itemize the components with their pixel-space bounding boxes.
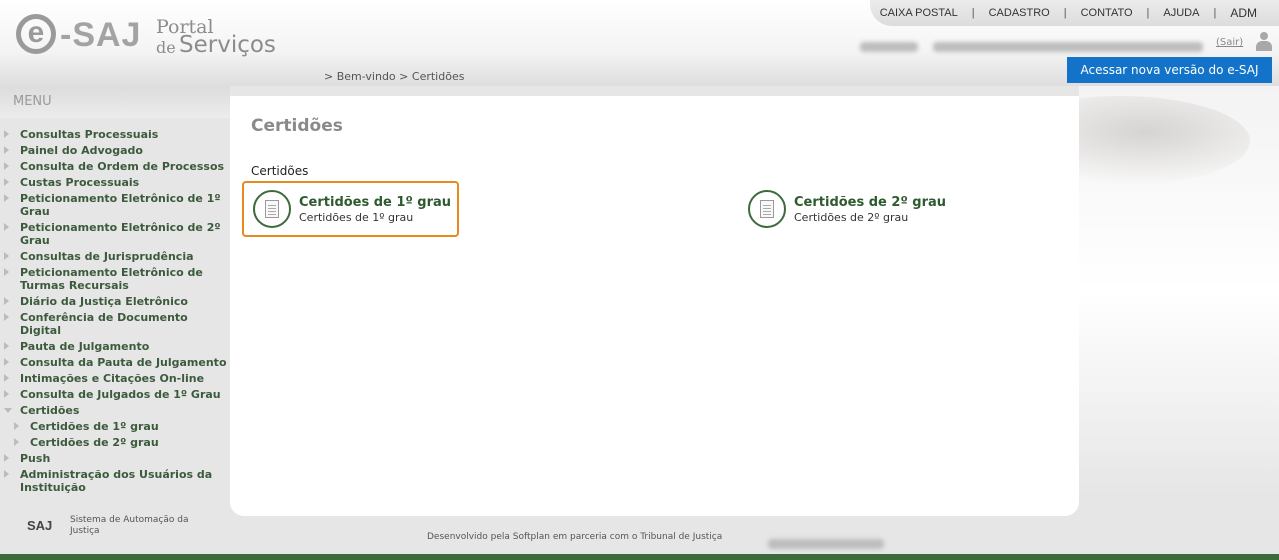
sidebar-item-label: Peticionamento Eletrônico de 1º Grau: [20, 192, 221, 218]
sidebar-item-label: Pauta de Julgamento: [20, 340, 150, 353]
expand-right-arrow-icon: [4, 470, 9, 478]
sidebar-item[interactable]: Consulta de Julgados de 1º Grau: [0, 388, 230, 401]
sidebar-item[interactable]: Push: [0, 452, 230, 465]
sidebar-item[interactable]: Custas Processuais: [0, 176, 230, 189]
sidebar-item[interactable]: Administração dos Usuários da Instituiçã…: [0, 468, 230, 494]
sidebar-item[interactable]: Peticionamento Eletrônico de 2º Grau: [0, 221, 230, 247]
sidebar-item-label: Peticionamento Eletrônico de Turmas Recu…: [20, 266, 203, 292]
user-icon: [1256, 32, 1272, 52]
nav-separator: |: [1063, 7, 1067, 19]
sidebar-item-label: Peticionamento Eletrônico de 2º Grau: [20, 221, 221, 247]
expand-right-arrow-icon: [4, 342, 9, 350]
card-certidoes-2-grau[interactable]: Certidões de 2º grau Certidões de 2º gra…: [737, 181, 967, 237]
logo-saj: -SAJ: [60, 16, 142, 54]
breadcrumb: > Bem-vindo > Certidões: [324, 70, 464, 83]
sidebar-item-label: Certidões de 1º grau: [30, 420, 159, 433]
menu-list: Consultas Processuais Painel do Advogado C…: [0, 128, 230, 497]
footer-saj-logo: SAJ: [27, 518, 53, 533]
expand-right-arrow-icon: [14, 422, 19, 430]
nav-ajuda[interactable]: AJUDA: [1159, 7, 1203, 19]
sidebar-item-label: Certidões de 2º grau: [30, 436, 159, 449]
sidebar-item[interactable]: Consultas Processuais: [0, 128, 230, 141]
expand-right-arrow-icon: [4, 223, 9, 231]
card-subtitle: Certidões de 1º grau: [299, 210, 414, 224]
sidebar-item[interactable]: Diário da Justiça Eletrônico: [0, 295, 230, 308]
sidebar-item-label: Consulta da Pauta de Julgamento: [20, 356, 227, 369]
nav-caixa-postal[interactable]: CAIXA POSTAL: [876, 7, 962, 19]
nav-separator: |: [1146, 7, 1150, 19]
card-subtitle: Certidões de 2º grau: [794, 210, 909, 224]
sidebar-item[interactable]: Consulta da Pauta de Julgamento: [0, 356, 230, 369]
document-icon: [253, 190, 291, 228]
sidebar-item[interactable]: Painel do Advogado: [0, 144, 230, 157]
main-content: Certidões Certidões Certidões de 1º grau…: [230, 96, 1079, 516]
sidebar-item[interactable]: Conferência de Documento Digital: [0, 311, 230, 337]
logo-servicos: Serviços: [179, 32, 276, 58]
sidebar-item-label: Painel do Advogado: [20, 144, 143, 157]
expand-right-arrow-icon: [4, 194, 9, 202]
bottom-bar: [0, 554, 1279, 560]
expand-down-arrow-icon: [4, 408, 12, 413]
sidebar-item-label: Push: [20, 452, 51, 465]
top-navigation: CAIXA POSTAL | CADASTRO | CONTATO | AJUD…: [870, 0, 1279, 26]
sidebar-item-label: Administração dos Usuários da Instituiçã…: [20, 468, 213, 494]
expand-right-arrow-icon: [4, 374, 9, 382]
expand-right-arrow-icon: [4, 252, 9, 260]
sidebar-item[interactable]: Certidões de 2º grau: [0, 436, 230, 449]
card-title: Certidões de 2º grau: [794, 194, 947, 210]
sidebar-item-label: Consultas Processuais: [20, 128, 159, 141]
expand-right-arrow-icon: [4, 146, 9, 154]
sidebar-item-label: Conferência de Documento Digital: [20, 311, 188, 337]
expand-right-arrow-icon: [4, 297, 9, 305]
page-title: Certidões: [251, 116, 343, 136]
sidebar: MENU Consultas Processuais Painel do Advo…: [0, 86, 230, 496]
footer-redacted: [768, 533, 884, 549]
header: e -SAJ Portal de Serviços CAIXA POSTAL |…: [0, 0, 1279, 86]
expand-right-arrow-icon: [4, 390, 9, 398]
sidebar-item-label: Intimações e Citações On-line: [20, 372, 205, 385]
nav-adm[interactable]: ADM: [1226, 6, 1261, 20]
user-info-redacted: [860, 36, 1210, 52]
card-certidoes-1-grau[interactable]: Certidões de 1º grau Certidões de 1º gra…: [242, 181, 459, 237]
menu-title: MENU: [0, 86, 230, 118]
sidebar-item[interactable]: Peticionamento Eletrônico de 1º Grau: [0, 192, 230, 218]
footer-system-name: Sistema de Automação da Justiça: [70, 515, 189, 536]
sidebar-item-label: Consultas de Jurisprudência: [20, 250, 194, 263]
sidebar-item-label: Custas Processuais: [20, 176, 140, 189]
expand-right-arrow-icon: [14, 438, 19, 446]
sidebar-item[interactable]: Certidões de 1º grau: [0, 420, 230, 433]
nav-contato[interactable]: CONTATO: [1077, 7, 1137, 19]
expand-right-arrow-icon: [4, 130, 9, 138]
logo-e: e: [16, 14, 56, 54]
nav-cadastro[interactable]: CADASTRO: [985, 7, 1054, 19]
section-label: Certidões: [251, 164, 309, 178]
sidebar-item[interactable]: Pauta de Julgamento: [0, 340, 230, 353]
sidebar-item[interactable]: Peticionamento Eletrônico de Turmas Recu…: [0, 266, 230, 292]
sidebar-item[interactable]: Consultas de Jurisprudência: [0, 250, 230, 263]
sidebar-item-label: Consulta de Julgados de 1º Grau: [20, 388, 221, 401]
sidebar-item[interactable]: Certidões: [0, 404, 230, 417]
sidebar-item-label: Consulta de Ordem de Processos: [20, 160, 225, 173]
expand-right-arrow-icon: [4, 268, 9, 276]
logout-link[interactable]: (Sair): [1216, 37, 1243, 48]
footer-developed-by: Desenvolvido pela Softplan em parceria c…: [427, 532, 723, 542]
esaj-logo[interactable]: e -SAJ Portal de Serviços: [16, 14, 276, 64]
card-title: Certidões de 1º grau: [299, 194, 452, 210]
nav-separator: |: [971, 7, 975, 19]
document-icon: [748, 190, 786, 228]
logo-de: de: [156, 38, 176, 57]
expand-right-arrow-icon: [4, 313, 9, 321]
sidebar-item[interactable]: Consulta de Ordem de Processos: [0, 160, 230, 173]
sidebar-item-label: Diário da Justiça Eletrônico: [20, 295, 188, 308]
sidebar-item-label: Certidões: [20, 404, 80, 417]
breadcrumb-home[interactable]: > Bem-vindo: [324, 70, 396, 83]
nav-separator: |: [1213, 7, 1217, 19]
expand-right-arrow-icon: [4, 162, 9, 170]
sidebar-item[interactable]: Intimações e Citações On-line: [0, 372, 230, 385]
expand-right-arrow-icon: [4, 454, 9, 462]
expand-right-arrow-icon: [4, 178, 9, 186]
new-version-button[interactable]: Acessar nova versão do e-SAJ: [1067, 57, 1272, 83]
expand-right-arrow-icon: [4, 358, 9, 366]
breadcrumb-current: > Certidões: [399, 70, 465, 83]
